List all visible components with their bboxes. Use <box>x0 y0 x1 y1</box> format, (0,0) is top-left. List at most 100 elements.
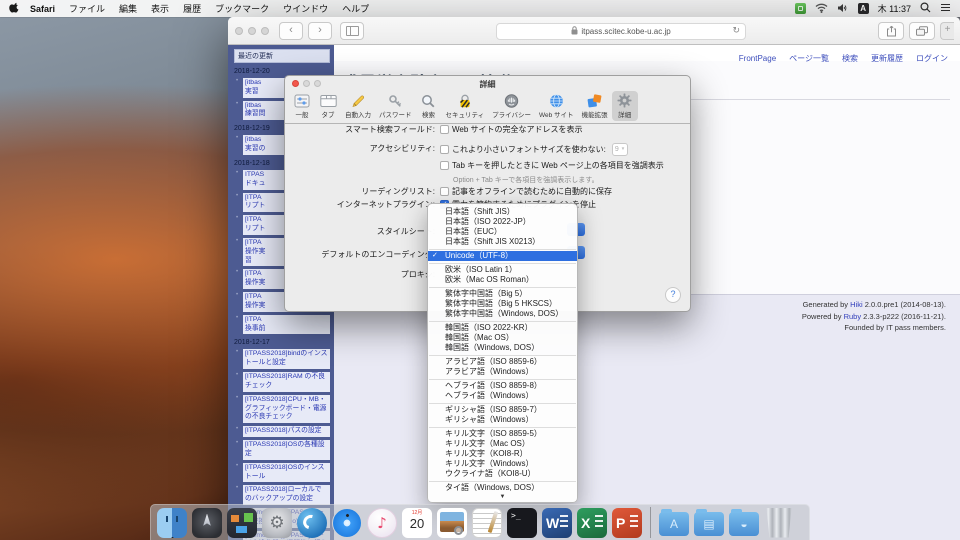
sidebar-toggle-button[interactable] <box>340 22 364 40</box>
textedit-icon[interactable] <box>472 508 502 538</box>
tab-extensions[interactable]: 機能拡張 <box>578 92 612 121</box>
wiki-nav-link[interactable]: 更新履歴 <box>871 54 903 63</box>
volume-icon[interactable] <box>837 3 849 15</box>
tab-websites[interactable]: Web サイト <box>535 92 578 121</box>
tab-tabs[interactable]: タブ <box>315 92 341 121</box>
share-button[interactable] <box>878 22 904 40</box>
encoding-menu-item[interactable] <box>429 321 576 322</box>
wiki-nav-link[interactable]: ログイン <box>916 54 948 63</box>
tab-privacy[interactable]: プライバシー <box>488 92 535 121</box>
sidebar-link[interactable]: [ITPASS2018]RAM の不良チェック <box>243 372 330 392</box>
window-minimize-button[interactable] <box>248 27 256 35</box>
encoding-menu-item[interactable] <box>429 263 576 264</box>
checkbox-full-address[interactable] <box>440 125 449 134</box>
tab-passwords[interactable]: パスワード <box>375 92 416 121</box>
itunes-icon[interactable]: ♪ <box>367 508 397 538</box>
safari-icon[interactable] <box>332 508 362 538</box>
wiki-nav-link[interactable]: FrontPage <box>739 54 776 63</box>
checkbox-offline-reading[interactable] <box>440 187 449 196</box>
menu-bar-item[interactable]: ブックマーク <box>208 2 276 15</box>
encoding-menu-item[interactable]: 日本語（ISO 2022-JP） <box>428 217 577 227</box>
applications-folder-icon[interactable]: A <box>659 512 689 536</box>
back-button[interactable]: ‹ <box>279 22 303 40</box>
encoding-menu-item[interactable]: ヘブライ語（Windows） <box>428 391 577 401</box>
encoding-menu-item[interactable] <box>429 249 576 250</box>
thunderbird-icon[interactable] <box>297 508 327 538</box>
sidebar-link[interactable]: [ITPASS2018]パスの設定 <box>243 426 330 437</box>
spotlight-icon[interactable] <box>920 2 931 15</box>
reload-icon[interactable]: ↻ <box>732 25 740 36</box>
finder-icon[interactable] <box>157 508 187 538</box>
window-zoom-button[interactable] <box>261 27 269 35</box>
encoding-menu-item[interactable]: 欧米（ISO Latin 1） <box>428 265 577 275</box>
font-size-select[interactable]: 9▼ <box>612 143 628 156</box>
status-app-icon[interactable] <box>795 3 806 14</box>
trash-icon[interactable] <box>764 508 794 538</box>
tab-search[interactable]: 検索 <box>416 92 442 121</box>
downloads-folder-icon[interactable]: ◒ <box>729 512 759 536</box>
encoding-menu-item[interactable]: 韓国語（Windows, DOS） <box>428 343 577 353</box>
sidebar-link[interactable]: [ITPASS2018]bindのインストールと設定 <box>243 349 330 369</box>
apple-menu-icon[interactable] <box>9 2 21 15</box>
sidebar-link[interactable]: [ITPASS2018]OSのインストール <box>243 463 330 483</box>
encoding-menu-item[interactable]: キリル文字（Mac OS） <box>428 439 577 449</box>
powerpoint-icon[interactable]: P <box>612 508 642 538</box>
encoding-menu-item[interactable] <box>429 403 576 404</box>
encoding-menu-item[interactable]: 繁体字中国語（Big 5） <box>428 289 577 299</box>
encoding-menu-item[interactable]: 繁体字中国語（Windows, DOS） <box>428 309 577 319</box>
help-button[interactable]: ? <box>665 287 681 303</box>
encoding-menu-item[interactable]: 繁体字中国語（Big 5 HKSCS） <box>428 299 577 309</box>
tab-advanced[interactable]: 詳細 <box>612 91 638 121</box>
checkbox-tab-highlight[interactable] <box>440 161 449 170</box>
encoding-menu-item[interactable]: ウクライナ語（KOI8-U） <box>428 469 577 479</box>
menu-bar-clock[interactable]: 木 11:37 <box>878 2 911 15</box>
mission-control-icon[interactable] <box>227 508 257 538</box>
sidebar-link[interactable]: [ITPASS2018]CPU・MB・グラフィックボード・電源の不良チェック <box>243 395 330 423</box>
new-tab-button[interactable]: + <box>940 22 954 40</box>
encoding-menu-item[interactable]: 日本語（EUC） <box>428 227 577 237</box>
encoding-menu-item[interactable]: タイ語（Windows, DOS） <box>428 483 577 493</box>
tab-autofill[interactable]: 自動入力 <box>341 92 375 121</box>
tab-security[interactable]: セキュリティ <box>442 92 489 121</box>
menu-bar-item[interactable]: ウインドウ <box>276 2 335 15</box>
tab-general[interactable]: 一般 <box>289 92 315 121</box>
encoding-menu-item[interactable]: 欧米（Mac OS Roman） <box>428 275 577 285</box>
encoding-menu-item[interactable]: 日本語（Shift JIS） <box>428 207 577 217</box>
encoding-menu-item[interactable]: アラビア語（Windows） <box>428 367 577 377</box>
wiki-nav-link[interactable]: ページ一覧 <box>789 54 829 63</box>
window-close-button[interactable] <box>235 27 243 35</box>
menu-bar-item[interactable]: ファイル <box>62 2 112 15</box>
input-method-icon[interactable]: A <box>858 3 869 14</box>
encoding-menu-item[interactable] <box>429 427 576 428</box>
address-bar[interactable]: itpass.scitec.kobe-u.ac.jp ↻ <box>496 23 746 40</box>
excel-icon[interactable]: X <box>577 508 607 538</box>
sidebar-link[interactable]: [ITPASS2018]ローカルでのバックアップの設定 <box>243 485 330 505</box>
menu-bar-item[interactable]: 履歴 <box>176 2 208 15</box>
encoding-menu-item[interactable]: ギリシャ語（ISO 8859-7） <box>428 405 577 415</box>
system-preferences-icon[interactable]: ⚙ <box>262 508 292 538</box>
footer-link[interactable]: Hiki <box>850 300 863 309</box>
dialog-close-button[interactable] <box>292 80 299 87</box>
encoding-menu-item[interactable]: Unicode（UTF-8） <box>428 251 577 261</box>
sidebar-link[interactable]: [ITPA 換事前 <box>243 315 330 335</box>
documents-folder-icon[interactable]: ▤ <box>694 512 724 536</box>
sidebar-link[interactable]: [ITPASS2018]OSの各種設定 <box>243 440 330 460</box>
menu-bar-item[interactable]: 編集 <box>112 2 144 15</box>
launchpad-icon[interactable] <box>192 508 222 538</box>
wiki-nav-link[interactable]: 検索 <box>842 54 858 63</box>
encoding-menu-item[interactable]: 韓国語（Mac OS） <box>428 333 577 343</box>
menu-scroll-down-indicator[interactable]: ▼ <box>428 493 577 501</box>
forward-button[interactable]: › <box>308 22 332 40</box>
encoding-menu-item[interactable] <box>429 287 576 288</box>
encoding-menu-item[interactable]: キリル文字（KOI8-R） <box>428 449 577 459</box>
encoding-menu-item[interactable]: ギリシャ語（Windows） <box>428 415 577 425</box>
encoding-menu-item[interactable]: 韓国語（ISO 2022-KR） <box>428 323 577 333</box>
encoding-menu-item[interactable] <box>429 355 576 356</box>
menu-bar-item[interactable]: ヘルプ <box>335 2 376 15</box>
menu-bar-item[interactable]: Safari <box>21 4 62 14</box>
encoding-menu-item[interactable]: キリル文字（ISO 8859-5） <box>428 429 577 439</box>
encoding-menu-item[interactable] <box>429 481 576 482</box>
wifi-icon[interactable] <box>815 3 828 15</box>
encoding-menu-item[interactable] <box>429 379 576 380</box>
checkbox-min-font-size[interactable] <box>440 145 449 154</box>
